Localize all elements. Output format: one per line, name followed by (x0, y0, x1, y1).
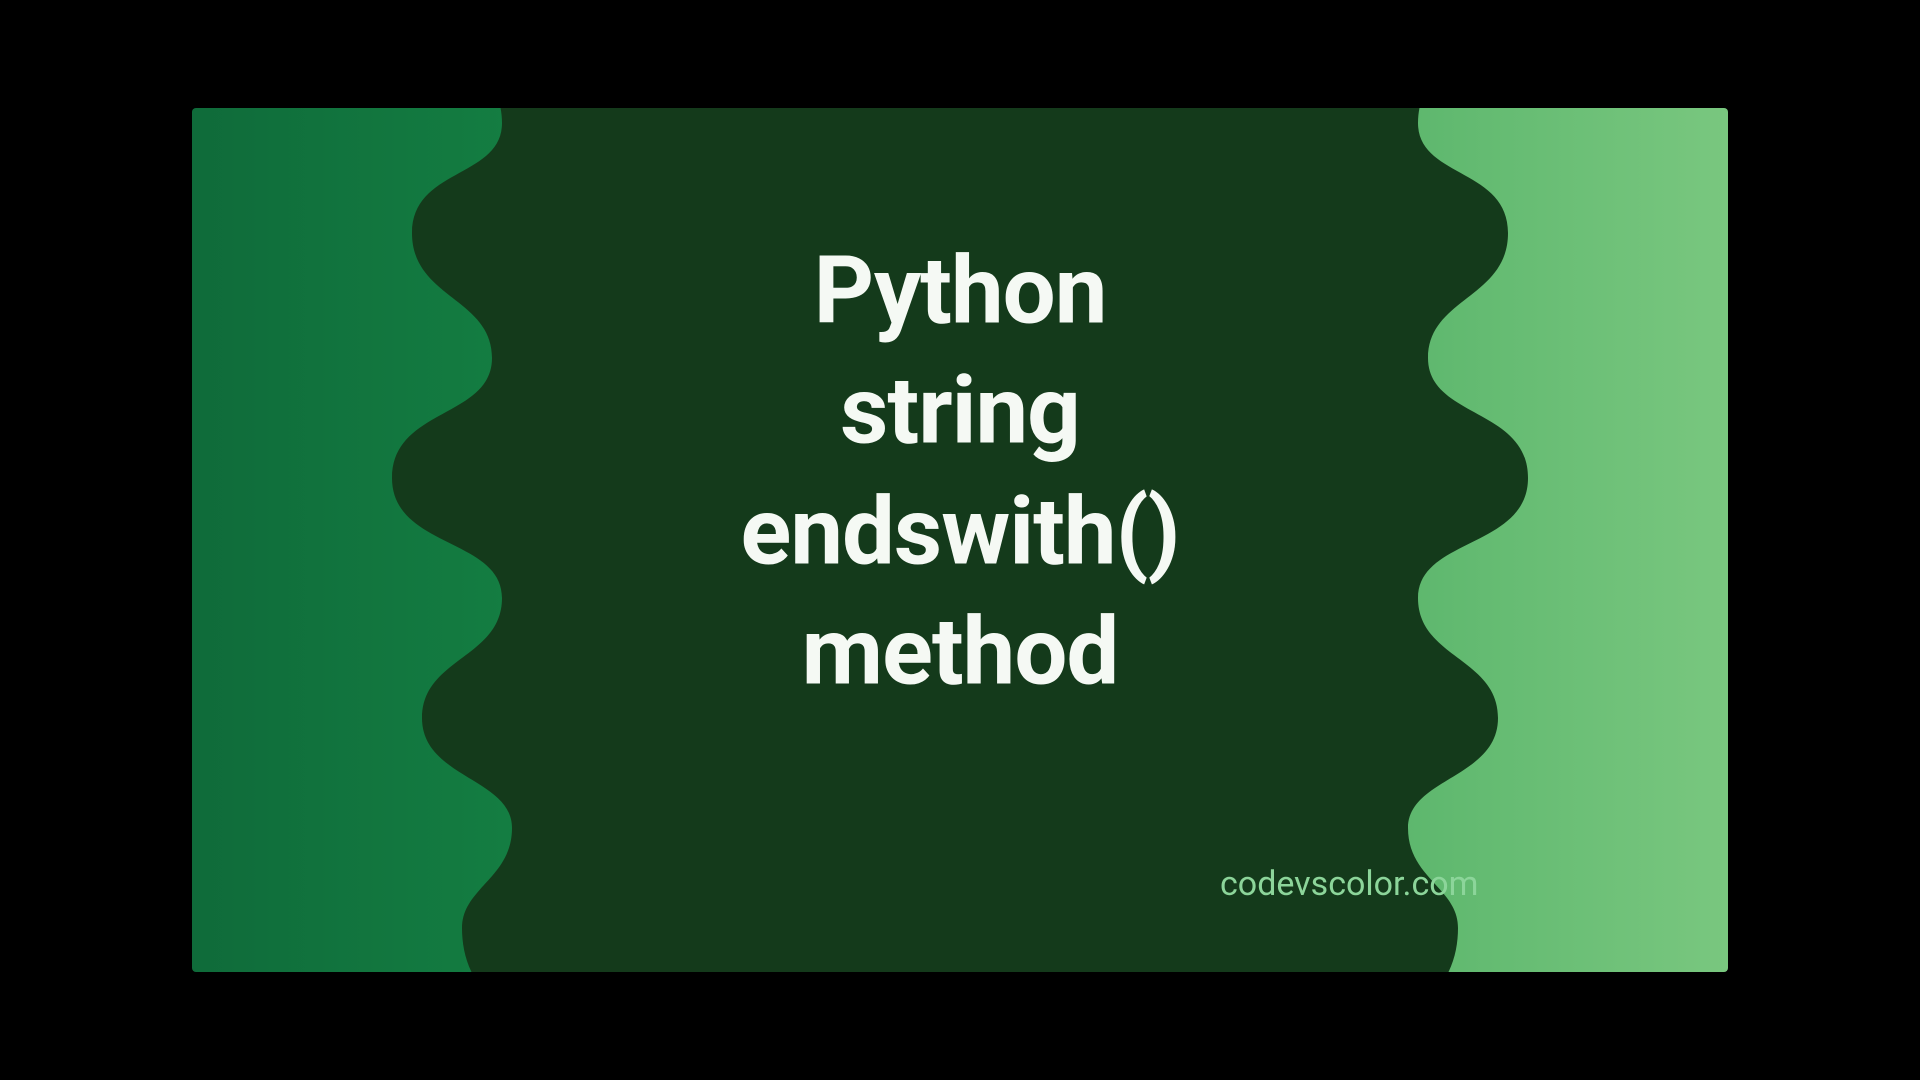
title-line-2: string (840, 356, 1080, 466)
watermark-text: codevscolor.com (1220, 864, 1479, 904)
banner-title: Python string endswith() method (741, 230, 1180, 711)
banner-card: Python string endswith() method codevsco… (192, 108, 1728, 972)
title-line-3: endswith() (741, 476, 1180, 586)
title-line-4: method (802, 596, 1119, 706)
title-line-1: Python (814, 235, 1107, 345)
